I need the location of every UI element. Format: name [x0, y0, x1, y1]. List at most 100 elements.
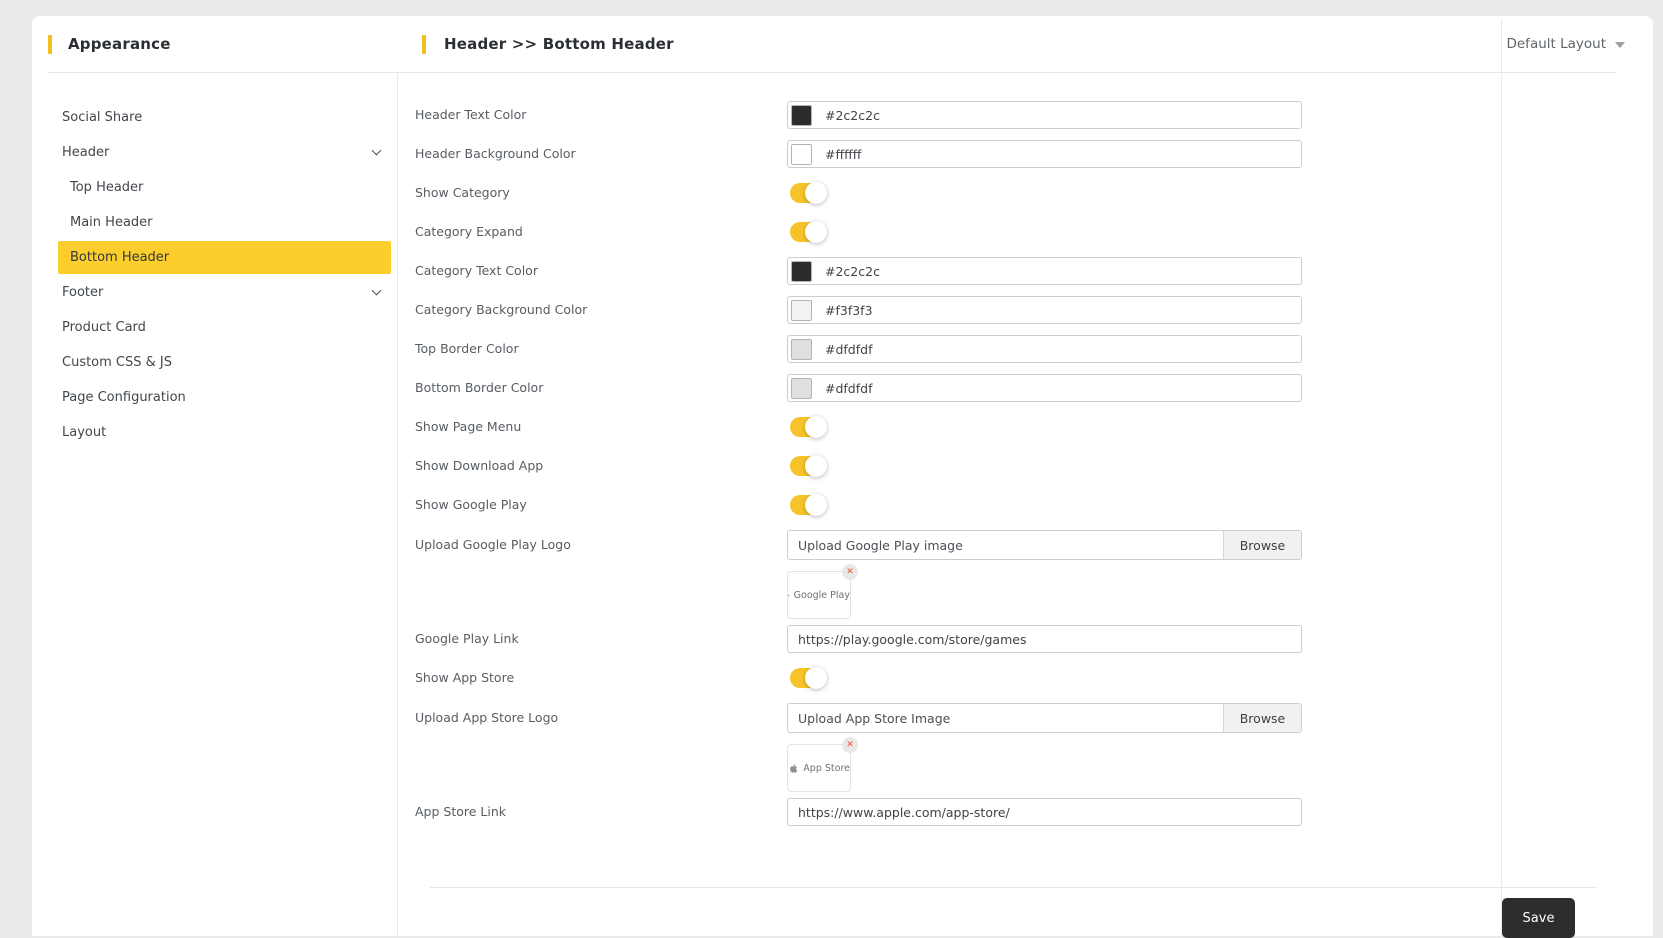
sidebar-item-main-header[interactable]: Main Header: [58, 206, 391, 239]
save-button[interactable]: Save: [1502, 898, 1575, 938]
google-play-browse-button[interactable]: Browse: [1223, 531, 1301, 559]
form-row: Top Border Color: [415, 335, 1501, 363]
field-label: Category Background Color: [415, 302, 787, 318]
sidebar-item-label: Page Configuration: [62, 389, 186, 406]
sidebar-item-layout[interactable]: Layout: [58, 416, 391, 449]
sidebar-item-footer[interactable]: Footer: [58, 276, 391, 309]
sidebar-item-page-configuration[interactable]: Page Configuration: [58, 381, 391, 414]
toggle-knob: [805, 455, 827, 477]
category-background-color-input[interactable]: [825, 303, 1293, 318]
page-header: Header >> Bottom Header: [397, 35, 1501, 54]
form-bottom-divider: [430, 887, 1597, 888]
sidebar-item-top-header[interactable]: Top Header: [58, 171, 391, 204]
google-play-close-icon[interactable]: ✕: [842, 564, 858, 580]
sidebar-item-label: Layout: [62, 424, 106, 441]
field-label: Show Download App: [415, 458, 787, 474]
card-header: Appearance Header >> Bottom Header Defau…: [32, 16, 1653, 72]
header-background-color-input[interactable]: [825, 147, 1293, 162]
field-label: Show Category: [415, 185, 787, 201]
bottom-border-color-input[interactable]: [825, 381, 1293, 396]
show-google-play-toggle[interactable]: [790, 495, 823, 515]
form-row: Google Play Link: [415, 625, 1501, 653]
sidebar-header: Appearance: [32, 35, 397, 54]
form-row: Category Expand: [415, 218, 1501, 246]
app-store-browse-button[interactable]: Browse: [1223, 704, 1301, 732]
sidebar-item-label: Header: [62, 144, 109, 161]
sidebar-item-social-share[interactable]: Social Share: [58, 101, 391, 134]
toggle-knob: [805, 182, 827, 204]
form-row: App Store Link: [415, 798, 1501, 826]
appearance-settings-card: Appearance Header >> Bottom Header Defau…: [32, 16, 1653, 936]
field-label: Upload Google Play Logo: [415, 537, 787, 553]
google-play-preview: Google Play ✕: [787, 571, 851, 619]
form-row: Category Text Color: [415, 257, 1501, 285]
category-text-color-field: [787, 257, 1302, 285]
top-border-color-field: [787, 335, 1302, 363]
field-label: Bottom Border Color: [415, 380, 787, 396]
toggle-knob: [805, 416, 827, 438]
show-page-menu-toggle[interactable]: [790, 417, 823, 437]
form-row: Show Category: [415, 179, 1501, 207]
sidebar-item-product-card[interactable]: Product Card: [58, 311, 391, 344]
sidebar-item-bottom-header[interactable]: Bottom Header: [58, 241, 391, 274]
chevron-down-icon: [372, 286, 382, 296]
bottom-border-color-field: [787, 374, 1302, 402]
app-store-brand-text: App Store: [803, 763, 850, 774]
form-row: Header Text Color: [415, 101, 1501, 129]
google-play-upload-field: Browse: [787, 530, 1302, 560]
app-store-upload-field: Browse: [787, 703, 1302, 733]
google-play-link-input[interactable]: [787, 625, 1302, 653]
chevron-down-icon: [372, 146, 382, 156]
toggle-knob: [805, 221, 827, 243]
toggle-knob: [805, 667, 827, 689]
form-row: Bottom Border Color: [415, 374, 1501, 402]
header-text-color-swatch[interactable]: [791, 105, 812, 126]
header-text-color-input[interactable]: [825, 108, 1293, 123]
field-label: Upload App Store Logo: [415, 710, 787, 726]
category-text-color-input[interactable]: [825, 264, 1293, 279]
google-play-upload-input[interactable]: [788, 531, 1223, 559]
top-border-color-swatch[interactable]: [791, 339, 812, 360]
app-store-close-icon[interactable]: ✕: [842, 737, 858, 753]
settings-form: Header Text Color Header Background Colo…: [397, 73, 1501, 936]
field-label: App Store Link: [415, 804, 787, 820]
sidebar-item-label: Custom CSS & JS: [62, 354, 172, 371]
sidebar-nav: Social Share Header Top Header Main Head…: [32, 73, 397, 936]
google-play-brand-text: Google Play: [794, 590, 850, 601]
form-row: App Store ✕: [415, 744, 1501, 792]
field-label: Category Text Color: [415, 263, 787, 279]
field-label: Top Border Color: [415, 341, 787, 357]
app-store-upload-input[interactable]: [788, 704, 1223, 732]
sidebar-item-header[interactable]: Header: [58, 136, 391, 169]
form-row: Category Background Color: [415, 296, 1501, 324]
apple-logo-icon: [788, 761, 799, 776]
form-row: Show Download App: [415, 452, 1501, 480]
form-row: Header Background Color: [415, 140, 1501, 168]
field-label: Header Background Color: [415, 146, 787, 162]
show-category-toggle[interactable]: [790, 183, 823, 203]
accent-bar: [48, 35, 52, 54]
field-label: Google Play Link: [415, 631, 787, 647]
header-background-color-swatch[interactable]: [791, 144, 812, 165]
category-expand-toggle[interactable]: [790, 222, 823, 242]
category-background-color-field: [787, 296, 1302, 324]
right-rail: [1501, 73, 1653, 936]
toggle-knob: [805, 494, 827, 516]
app-store-link-input[interactable]: [787, 798, 1302, 826]
sidebar-item-label: Main Header: [70, 214, 153, 231]
sidebar-item-label: Footer: [62, 284, 103, 301]
layout-selector[interactable]: Default Layout: [1501, 36, 1653, 52]
category-background-color-swatch[interactable]: [791, 300, 812, 321]
top-border-color-input[interactable]: [825, 342, 1293, 357]
form-row: Show App Store: [415, 664, 1501, 692]
form-row: Show Page Menu: [415, 413, 1501, 441]
show-app-store-toggle[interactable]: [790, 668, 823, 688]
field-label: Show App Store: [415, 670, 787, 686]
form-row: Google Play ✕: [415, 571, 1501, 619]
bottom-border-color-swatch[interactable]: [791, 378, 812, 399]
page-title: Header >> Bottom Header: [444, 35, 674, 53]
category-text-color-swatch[interactable]: [791, 261, 812, 282]
sidebar-item-custom-css-js[interactable]: Custom CSS & JS: [58, 346, 391, 379]
show-download-app-toggle[interactable]: [790, 456, 823, 476]
form-row: Upload App Store Logo Browse: [415, 703, 1501, 733]
